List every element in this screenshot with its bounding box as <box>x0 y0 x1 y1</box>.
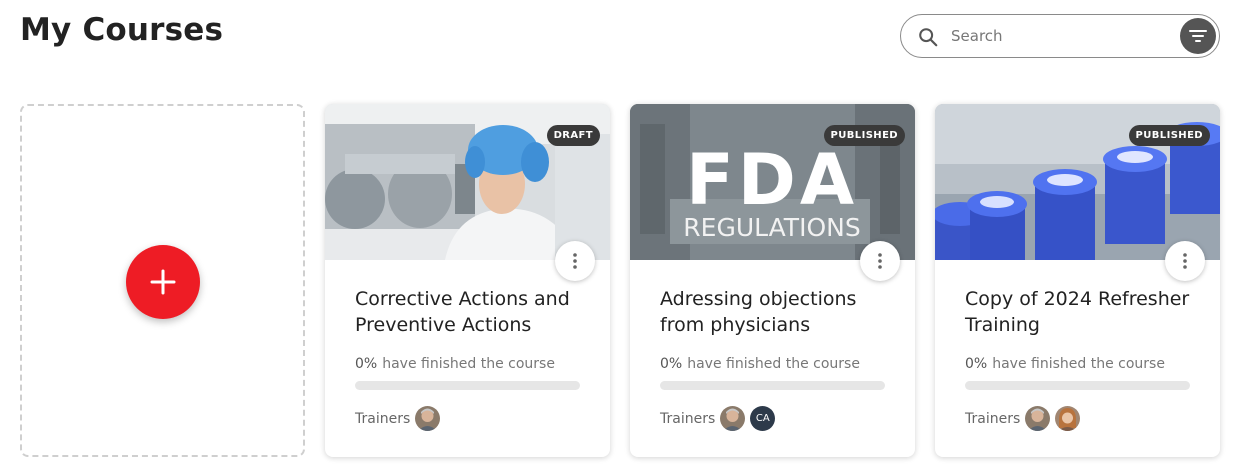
status-badge: PUBLISHED <box>823 125 905 146</box>
status-badge: DRAFT <box>546 125 600 146</box>
progress-label: have finished the course <box>382 356 555 372</box>
trainers-row: Trainers CA <box>660 406 780 431</box>
course-card[interactable]: PUBLISHED Copy of 2024 Refresher Trainin… <box>935 104 1220 457</box>
more-vertical-icon <box>878 253 882 269</box>
progress-percent: 0% <box>965 356 988 372</box>
trainers-row: Trainers <box>965 406 1085 431</box>
search-input[interactable] <box>951 25 1171 47</box>
avatar-initials[interactable]: CA <box>750 406 776 431</box>
avatar[interactable] <box>1025 406 1051 431</box>
trainers-label: Trainers <box>355 410 411 427</box>
plus-icon <box>150 269 176 295</box>
progress-bar <box>355 381 580 390</box>
trainers-label: Trainers <box>660 410 716 427</box>
status-badge: PUBLISHED <box>1128 125 1210 146</box>
progress-text: 0% have finished the course <box>355 356 555 372</box>
more-options-button[interactable] <box>860 241 900 281</box>
more-options-button[interactable] <box>1165 241 1205 281</box>
search-bar[interactable] <box>900 14 1220 58</box>
avatar[interactable] <box>415 406 441 431</box>
page-title: My Courses <box>20 12 224 48</box>
thumbnail-text-regulations: REGULATIONS <box>683 213 860 242</box>
trainers-label: Trainers <box>965 410 1021 427</box>
thumbnail-text-fda: FDA <box>686 139 858 221</box>
avatar[interactable] <box>1055 406 1081 431</box>
progress-text: 0% have finished the course <box>660 356 860 372</box>
course-card[interactable]: DRAFT Corrective Actions and Preventive … <box>325 104 610 457</box>
avatar[interactable] <box>720 406 746 431</box>
progress-percent: 0% <box>355 356 378 372</box>
add-course-card[interactable] <box>20 104 305 457</box>
progress-label: have finished the course <box>687 356 860 372</box>
more-vertical-icon <box>573 253 577 269</box>
progress-bar <box>660 381 885 390</box>
more-options-button[interactable] <box>555 241 595 281</box>
progress-bar <box>965 381 1190 390</box>
more-vertical-icon <box>1183 253 1187 269</box>
progress-text: 0% have finished the course <box>965 356 1165 372</box>
progress-percent: 0% <box>660 356 683 372</box>
filter-icon <box>1189 30 1207 42</box>
progress-label: have finished the course <box>992 356 1165 372</box>
course-title[interactable]: Adressing objections from physicians <box>660 286 900 338</box>
trainers-row: Trainers <box>355 406 445 431</box>
course-card[interactable]: FDA REGULATIONS PUBLISHED Adressing obje… <box>630 104 915 457</box>
course-title[interactable]: Copy of 2024 Refresher Training <box>965 286 1205 338</box>
search-icon <box>919 28 938 47</box>
filter-button[interactable] <box>1180 18 1216 54</box>
course-title[interactable]: Corrective Actions and Preventive Action… <box>355 286 595 338</box>
add-course-button[interactable] <box>126 245 200 319</box>
